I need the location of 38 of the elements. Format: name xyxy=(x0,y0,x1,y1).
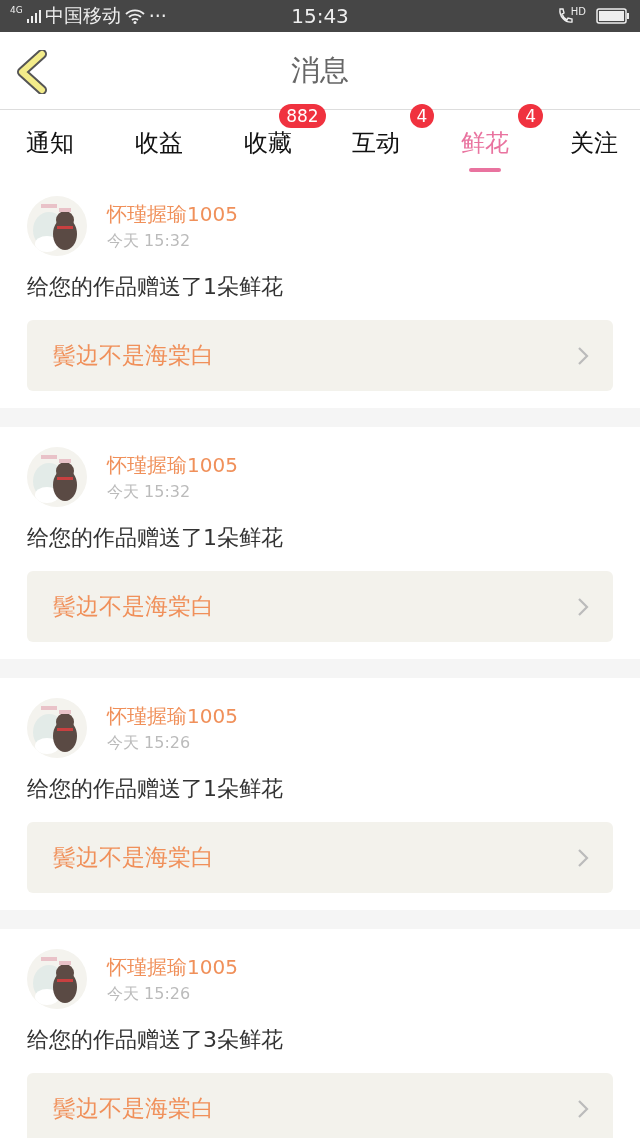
message-time: 今天 15:26 xyxy=(107,732,192,754)
tab[interactable]: 关注 xyxy=(570,118,618,168)
message-time: 今天 15:26 xyxy=(107,983,192,1005)
user-name[interactable]: 怀瑾握瑜1005 xyxy=(107,200,238,228)
work-link[interactable]: 鬓边不是海棠白 xyxy=(27,822,613,893)
message-time: 今天 15:32 xyxy=(107,230,192,252)
chevron-icon xyxy=(577,847,589,868)
work-link[interactable]: 鬓边不是海棠白 xyxy=(27,1073,613,1138)
network-label: 4G xyxy=(10,5,23,15)
count-badge: 4 xyxy=(518,104,544,128)
chevron-icon xyxy=(577,345,589,366)
user-name[interactable]: 怀瑾握瑜1005 xyxy=(107,953,238,981)
user-name[interactable]: 怀瑾握瑜1005 xyxy=(107,451,238,479)
back-icon xyxy=(14,50,50,94)
work-link[interactable]: 鬓边不是海棠白 xyxy=(27,320,613,391)
chevron-icon xyxy=(577,1098,589,1119)
message-time: 今天 15:32 xyxy=(107,481,192,503)
back-button[interactable] xyxy=(14,50,50,94)
hd-label: HD xyxy=(570,5,586,17)
work-link[interactable]: 鬓边不是海棠白 xyxy=(27,571,613,642)
carrier-name: 中国移动 xyxy=(44,3,121,28)
tab[interactable]: 互动 xyxy=(352,118,401,168)
user-name[interactable]: 怀瑾握瑜1005 xyxy=(107,702,238,730)
page-title: 消息 xyxy=(291,51,349,89)
count-badge: 882 xyxy=(279,104,326,128)
clock-time: 15:43 xyxy=(290,4,350,28)
more-dots: ··· xyxy=(148,5,167,27)
chevron-icon xyxy=(577,596,589,617)
message-text: 给您的作品赠送了1朵鲜花 xyxy=(27,775,284,803)
message-text: 给您的作品赠送了3朵鲜花 xyxy=(27,1026,284,1054)
phone-icon xyxy=(556,7,573,25)
tab[interactable]: 通知 xyxy=(26,118,74,168)
signal-icon xyxy=(26,9,41,23)
tab[interactable]: 收益 xyxy=(134,118,183,168)
wifi-icon xyxy=(124,8,145,24)
battery-icon xyxy=(596,8,630,24)
message-text: 给您的作品赠送了1朵鲜花 xyxy=(27,273,284,301)
message-text: 给您的作品赠送了1朵鲜花 xyxy=(27,524,284,552)
